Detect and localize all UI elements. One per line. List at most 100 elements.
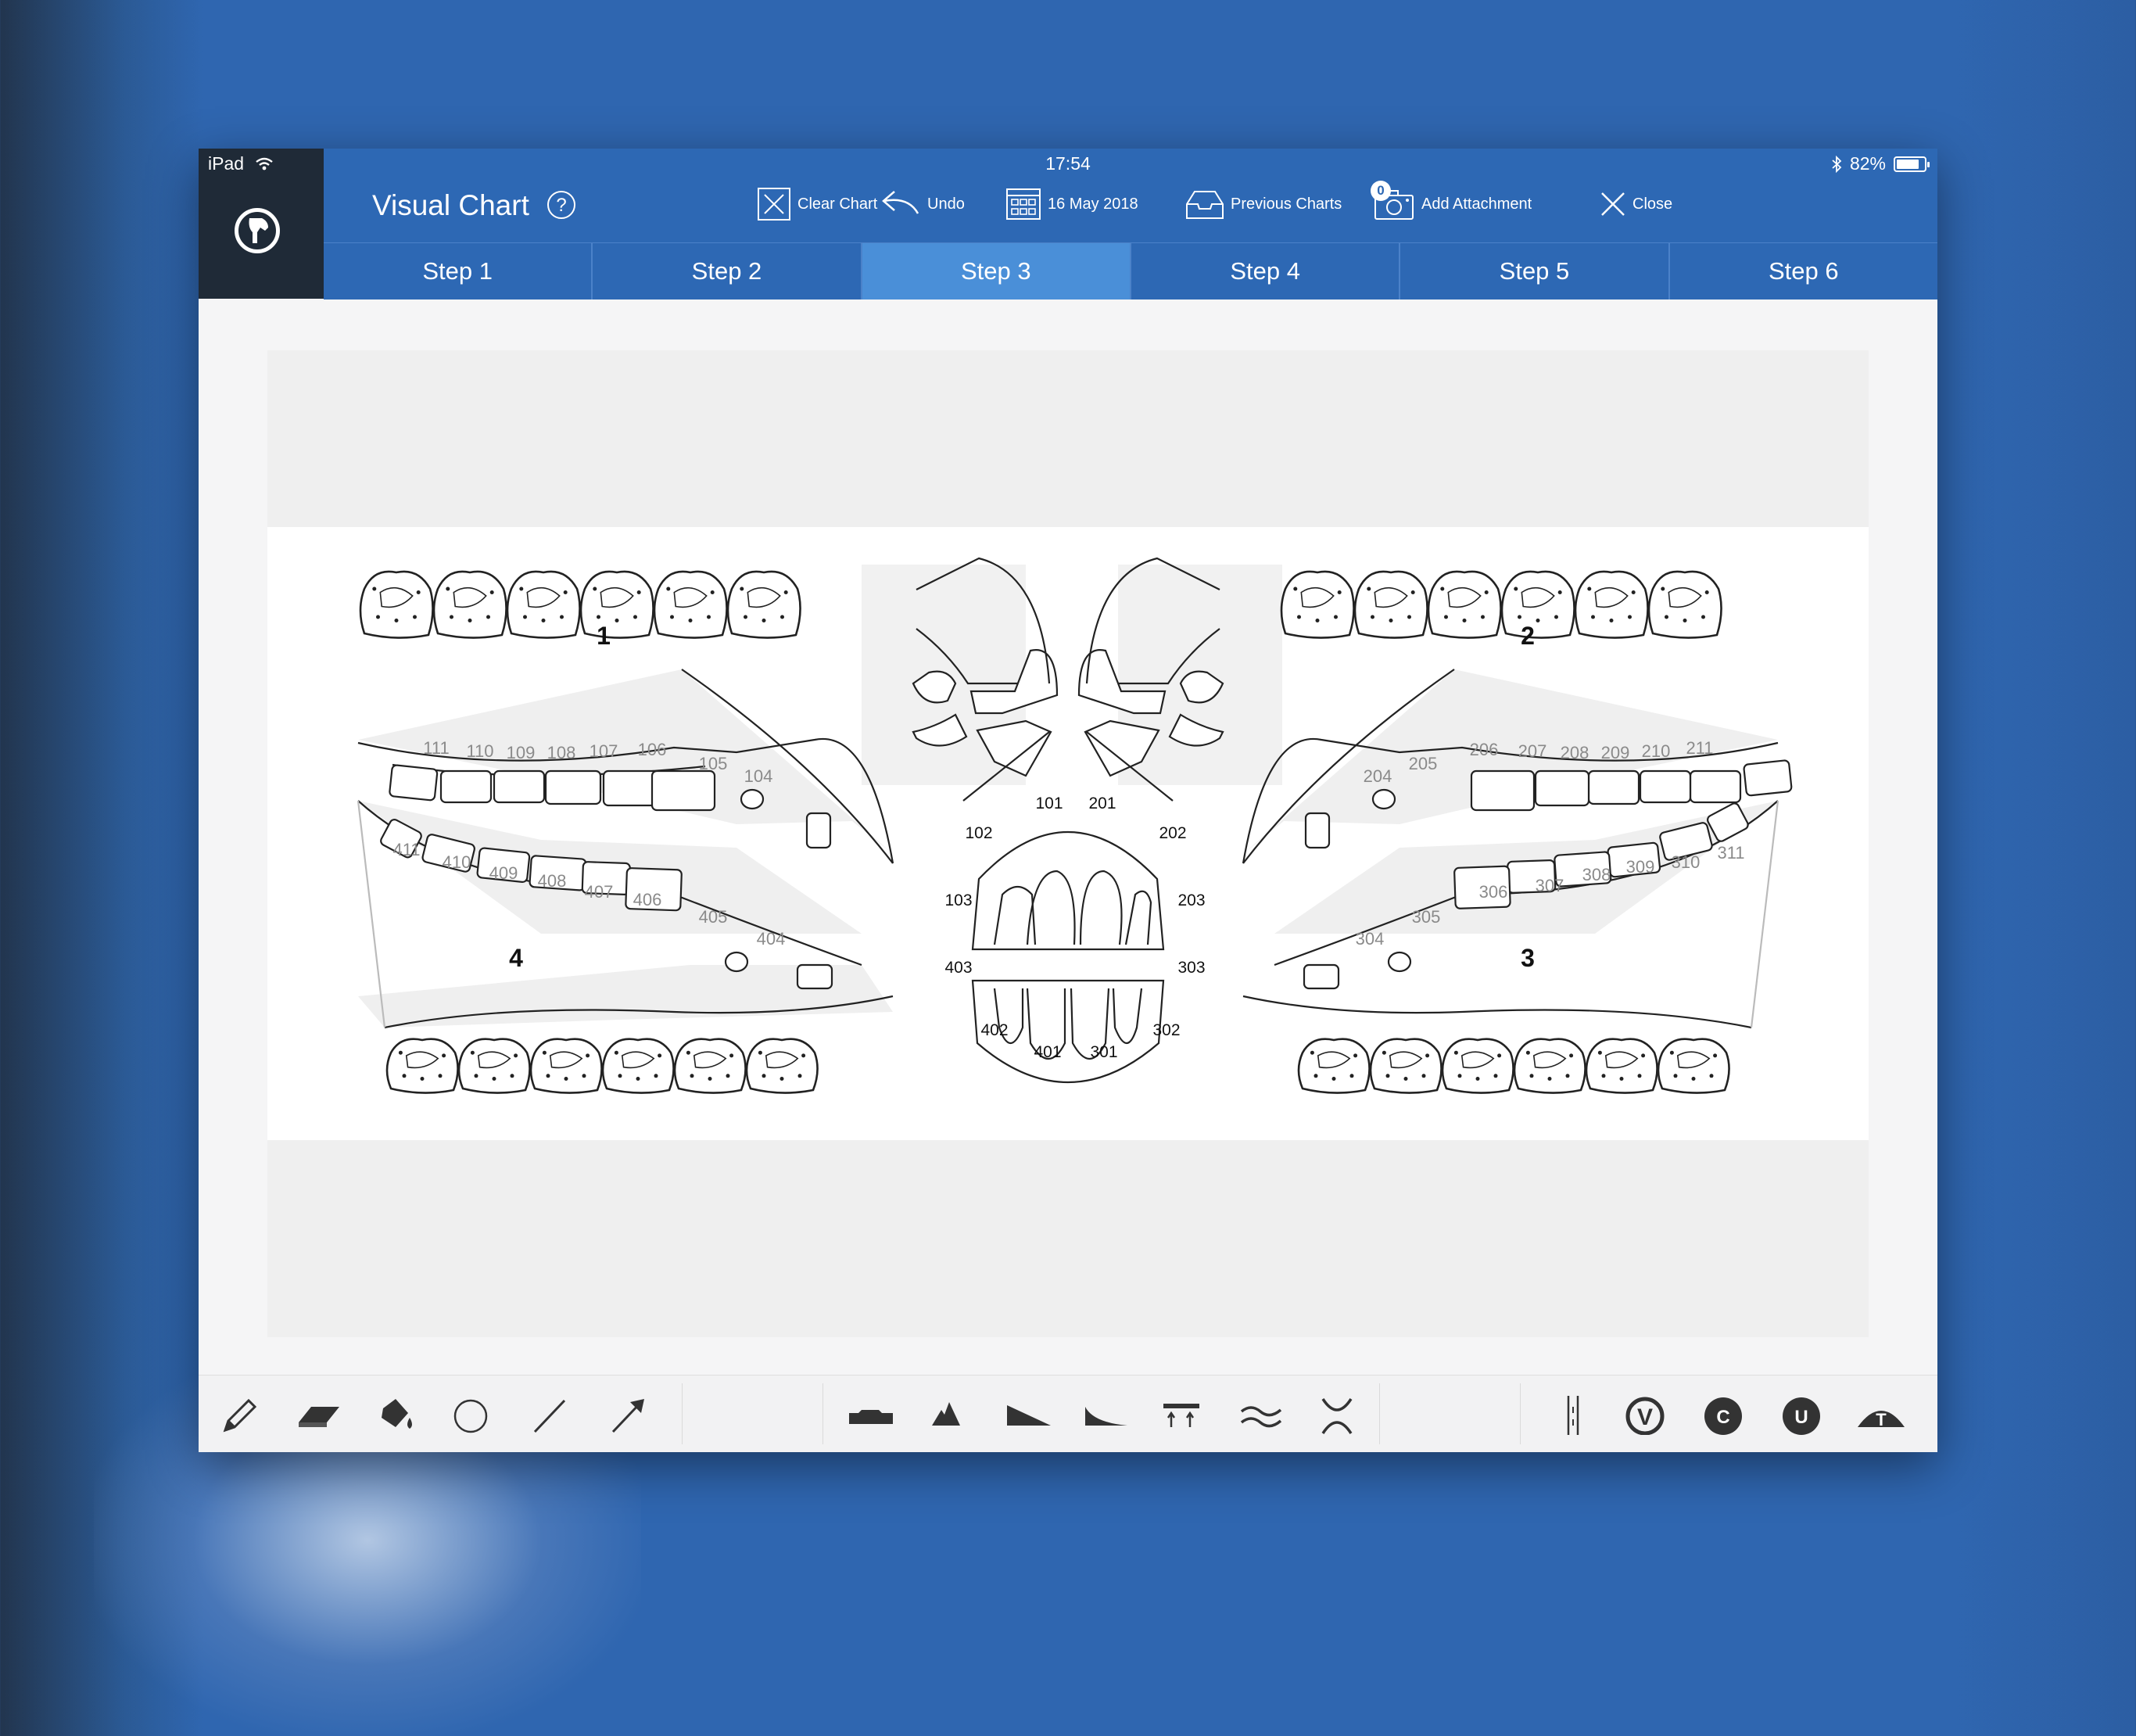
wave-icon[interactable] bbox=[1238, 1396, 1285, 1435]
tooth-label: 307 bbox=[1536, 876, 1564, 895]
battery-icon bbox=[1894, 156, 1930, 172]
upper-cheek-tooth[interactable] bbox=[439, 769, 493, 804]
upper-cheek-tooth[interactable] bbox=[1689, 769, 1742, 804]
marker-v-button[interactable]: V bbox=[1623, 1396, 1670, 1435]
lower-occlusal-molar[interactable] bbox=[601, 1038, 675, 1094]
upper-occlusal-molar[interactable] bbox=[1574, 570, 1649, 639]
lower-occlusal-molar[interactable] bbox=[1441, 1038, 1514, 1094]
incisor-label: 101 bbox=[1035, 794, 1063, 812]
dental-chart[interactable]: 1 2 3 4 111 110 109 108 107 106 105 104 204 205 206 207… bbox=[267, 527, 1869, 1140]
upper-cheek-tooth[interactable] bbox=[1743, 759, 1793, 797]
upper-cheek-tooth[interactable] bbox=[602, 769, 660, 807]
circle-icon[interactable] bbox=[450, 1396, 497, 1435]
lower-occlusal-molar[interactable] bbox=[457, 1038, 531, 1094]
canine-tooth[interactable] bbox=[796, 963, 833, 990]
upper-occlusal-molar[interactable] bbox=[726, 570, 801, 639]
ipad-screen: Visual Chart ? Clear Chart Undo 16 May 2… bbox=[199, 149, 1937, 1452]
wolf-tooth[interactable] bbox=[1371, 788, 1396, 810]
tab-step-4[interactable]: Step 4 bbox=[1131, 243, 1401, 299]
tooth-label: 404 bbox=[757, 929, 786, 949]
battery-level bbox=[1897, 159, 1919, 169]
overbite-icon[interactable] bbox=[1160, 1396, 1207, 1435]
previous-charts-label: Previous Charts bbox=[1231, 195, 1342, 213]
upper-occlusal-molar[interactable] bbox=[579, 570, 654, 639]
upper-occlusal-molar[interactable] bbox=[653, 570, 728, 639]
add-attachment-label: Add Attachment bbox=[1421, 195, 1532, 213]
pencil-icon[interactable] bbox=[217, 1396, 264, 1435]
undo-label: Undo bbox=[927, 195, 965, 213]
lower-occlusal-molar[interactable] bbox=[1369, 1038, 1443, 1094]
incisor-label: 303 bbox=[1177, 959, 1205, 977]
status-bar: iPad 17:54 82% bbox=[199, 149, 1937, 180]
undo-button[interactable]: Undo bbox=[880, 186, 965, 222]
canine-tooth[interactable] bbox=[805, 812, 832, 849]
lower-occlusal-molar[interactable] bbox=[1657, 1038, 1730, 1094]
hook-icon[interactable] bbox=[926, 1396, 973, 1435]
eraser-icon[interactable] bbox=[294, 1396, 341, 1435]
tab-step-3[interactable]: Step 3 bbox=[862, 243, 1131, 299]
toolbar-divider bbox=[1520, 1383, 1521, 1444]
divider-icon[interactable] bbox=[1551, 1396, 1598, 1435]
upper-occlusal-molar[interactable] bbox=[1353, 570, 1428, 639]
diastema-icon[interactable] bbox=[1317, 1396, 1364, 1435]
incisor-label: 203 bbox=[1177, 891, 1205, 909]
upper-cheek-tooth[interactable] bbox=[1587, 769, 1640, 805]
flat-cap-icon[interactable] bbox=[848, 1396, 894, 1435]
close-button[interactable]: Close bbox=[1600, 186, 1672, 222]
wolf-tooth[interactable] bbox=[740, 788, 765, 810]
upper-occlusal-molar[interactable] bbox=[432, 570, 507, 639]
clock: 17:54 bbox=[1045, 153, 1091, 174]
upper-occlusal-molar[interactable] bbox=[1500, 570, 1575, 639]
marker-t-button[interactable]: T bbox=[1856, 1396, 1905, 1435]
tooth-label: 109 bbox=[507, 743, 536, 762]
ramp-icon[interactable] bbox=[1004, 1396, 1051, 1435]
drawing-canvas[interactable]: 1 2 3 4 111 110 109 108 107 106 105 104 204 205 206 207… bbox=[267, 350, 1869, 1337]
lower-occlusal-molar[interactable] bbox=[529, 1038, 603, 1094]
upper-cheek-tooth[interactable] bbox=[1470, 769, 1536, 812]
upper-cheek-tooth[interactable] bbox=[544, 769, 602, 805]
upper-cheek-tooth[interactable] bbox=[650, 769, 716, 812]
page-title: Visual Chart bbox=[372, 189, 529, 221]
tab-step-5[interactable]: Step 5 bbox=[1400, 243, 1670, 299]
marker-c-button[interactable]: C bbox=[1701, 1396, 1748, 1435]
wave-ramp-icon[interactable] bbox=[1082, 1396, 1129, 1435]
lower-occlusal-molar[interactable] bbox=[673, 1038, 747, 1094]
lower-occlusal-molar[interactable] bbox=[385, 1038, 459, 1094]
add-attachment-button[interactable]: 0 Add Attachment bbox=[1371, 181, 1532, 222]
upper-occlusal-molar[interactable] bbox=[1280, 570, 1355, 639]
upper-occlusal-molar[interactable] bbox=[359, 570, 434, 639]
date-button[interactable]: 16 May 2018 bbox=[1005, 186, 1138, 222]
canine-tooth[interactable] bbox=[1303, 963, 1340, 990]
tooth-label: 104 bbox=[744, 766, 773, 786]
upper-cheek-tooth[interactable] bbox=[493, 769, 546, 804]
tooth-label: 205 bbox=[1409, 754, 1438, 773]
toolbar-divider bbox=[682, 1383, 683, 1444]
tooth-label: 409 bbox=[489, 863, 518, 883]
upper-occlusal-molar[interactable] bbox=[1427, 570, 1502, 639]
clear-chart-button[interactable]: Clear Chart bbox=[757, 186, 877, 222]
wolf-tooth[interactable] bbox=[1387, 951, 1412, 973]
canine-tooth[interactable] bbox=[1304, 812, 1331, 849]
quadrant-number: 4 bbox=[509, 944, 523, 972]
help-icon[interactable]: ? bbox=[547, 191, 575, 219]
lower-occlusal-molar[interactable] bbox=[1585, 1038, 1658, 1094]
lower-occlusal-molar[interactable] bbox=[1297, 1038, 1371, 1094]
upper-cheek-tooth[interactable] bbox=[1639, 769, 1692, 804]
date-label: 16 May 2018 bbox=[1048, 195, 1138, 213]
upper-occlusal-molar[interactable] bbox=[1647, 570, 1722, 639]
tooth-label: 211 bbox=[1686, 738, 1713, 758]
tab-step-1[interactable]: Step 1 bbox=[324, 243, 593, 299]
tab-step-2[interactable]: Step 2 bbox=[593, 243, 862, 299]
fill-bucket-icon[interactable] bbox=[372, 1396, 419, 1435]
wolf-tooth[interactable] bbox=[724, 951, 749, 973]
upper-cheek-tooth[interactable] bbox=[389, 764, 439, 802]
tab-step-6[interactable]: Step 6 bbox=[1670, 243, 1937, 299]
lower-occlusal-molar[interactable] bbox=[745, 1038, 819, 1094]
previous-charts-button[interactable]: Previous Charts bbox=[1185, 186, 1342, 222]
marker-u-button[interactable]: U bbox=[1779, 1396, 1826, 1435]
line-icon[interactable] bbox=[529, 1396, 575, 1435]
arrow-icon[interactable] bbox=[607, 1396, 654, 1435]
upper-occlusal-molar[interactable] bbox=[506, 570, 581, 639]
upper-cheek-tooth[interactable] bbox=[1534, 769, 1590, 807]
lower-occlusal-molar[interactable] bbox=[1513, 1038, 1586, 1094]
